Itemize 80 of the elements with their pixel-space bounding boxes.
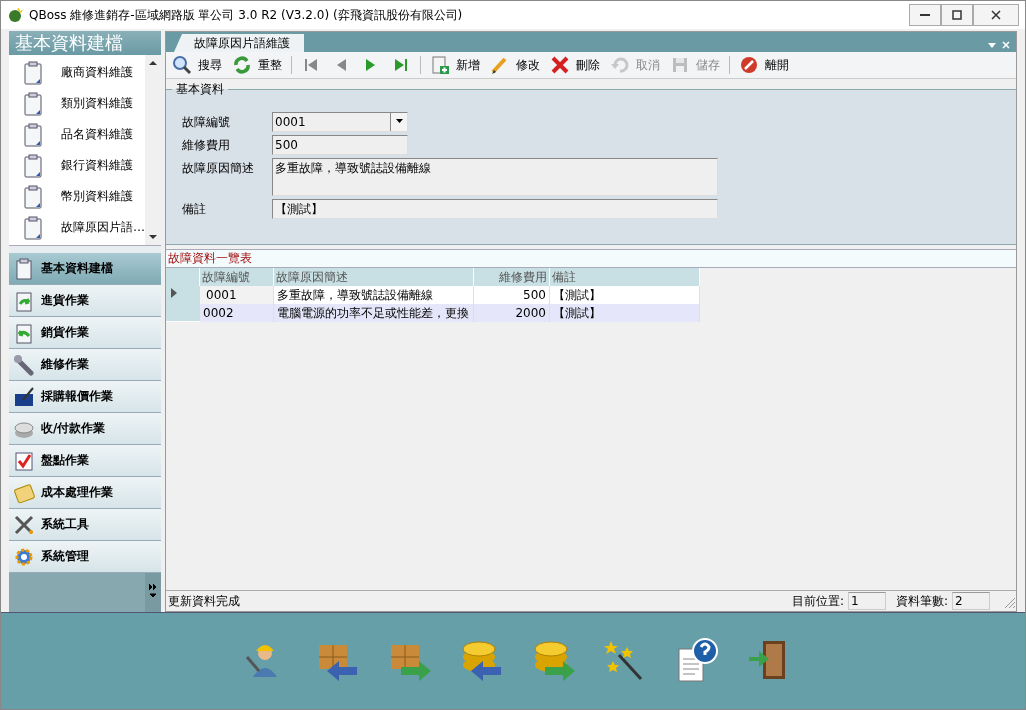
toolbar-button[interactable]: 重整 xyxy=(228,53,286,77)
sidebar-header: 基本資料建檔 xyxy=(9,31,161,55)
dropdown-icon[interactable] xyxy=(988,41,996,49)
input-field[interactable]: 【測試】 xyxy=(272,199,718,219)
minimize-button[interactable] xyxy=(909,4,941,26)
clipboard-icon xyxy=(23,122,43,147)
undo-icon xyxy=(610,55,630,75)
nav-button[interactable]: 採購報價作業 xyxy=(9,381,161,413)
nav-button[interactable]: 基本資料建檔 xyxy=(9,253,161,285)
corner-header xyxy=(166,268,200,286)
nav-button[interactable]: 進貨作業 xyxy=(9,285,161,317)
app-logo-icon xyxy=(7,7,23,23)
splitter-handle[interactable] xyxy=(9,245,161,253)
status-message: 更新資料完成 xyxy=(168,592,241,610)
nav-button[interactable]: 維修作業 xyxy=(9,349,161,381)
table-cell: 電腦電源的功率不足或性能差，更換 xyxy=(274,304,474,322)
checklist-icon xyxy=(13,449,35,472)
clipboard-icon xyxy=(23,184,43,209)
sidebar-item[interactable]: 廠商資料維護 xyxy=(61,64,133,81)
toolbar-button[interactable]: 修改 xyxy=(486,53,544,77)
field-label: 維修費用 xyxy=(182,137,231,154)
status-value: 2 xyxy=(952,592,990,610)
group-title: 基本資料 xyxy=(175,81,225,98)
new-document-icon xyxy=(430,55,450,75)
toolbar-button[interactable]: 新增 xyxy=(426,53,484,77)
nav-button[interactable]: 系統工具 xyxy=(9,509,161,541)
status-label: 目前位置: xyxy=(791,592,844,610)
no-entry-icon xyxy=(739,55,759,75)
column-header[interactable]: 故障編號 xyxy=(200,268,274,286)
field-label: 故障編號 xyxy=(182,114,231,131)
table-cell: 0002 xyxy=(200,304,274,322)
column-header[interactable]: 備註 xyxy=(550,268,700,286)
grid-title: 故障資料一覽表 xyxy=(166,249,1016,268)
toolbar-button[interactable]: 離開 xyxy=(735,53,793,77)
table-cell: 【測試】 xyxy=(550,304,700,322)
clipboard-icon xyxy=(23,91,43,116)
dropdown-arrow-icon[interactable] xyxy=(394,116,404,125)
save-icon xyxy=(670,55,690,75)
scrollbar[interactable] xyxy=(145,55,161,245)
nav-button[interactable]: 系統管理 xyxy=(9,541,161,573)
field-label: 故障原因簡述 xyxy=(182,160,255,177)
maximize-button[interactable] xyxy=(941,4,973,26)
sidebar-item[interactable]: 類別資料維護 xyxy=(61,95,133,112)
text-area[interactable]: 多重故障，導致號誌設備離線 xyxy=(272,158,718,196)
clipboard-icon xyxy=(23,215,43,240)
column-header[interactable]: 故障原因簡述 xyxy=(274,268,474,286)
input-field[interactable]: 500 xyxy=(272,135,408,155)
toolbar-button[interactable]: 刪除 xyxy=(546,53,604,77)
nav-button[interactable]: 收/付款作業 xyxy=(9,413,161,445)
sidebar-item[interactable]: 銀行資料維護 xyxy=(61,157,133,174)
search-icon xyxy=(172,55,192,75)
clipboard-icon xyxy=(13,257,35,280)
nav-button[interactable]: 盤點作業 xyxy=(9,445,161,477)
delete-icon xyxy=(550,55,570,75)
clipboard-icon xyxy=(23,153,43,178)
sidebar-item[interactable]: 故障原因片語… xyxy=(61,219,145,236)
column-header[interactable]: 維修費用 xyxy=(474,268,550,286)
tablet-pen-icon xyxy=(13,385,35,408)
close-icon xyxy=(991,10,1001,20)
expand-chevron-icon[interactable] xyxy=(148,583,158,599)
tab[interactable]: 故障原因片語維護 xyxy=(174,34,304,52)
status-value: 1 xyxy=(847,592,886,610)
minimize-icon xyxy=(920,14,930,16)
toolbar-button[interactable]: 搜尋 xyxy=(168,53,226,77)
field-label: 備註 xyxy=(182,201,207,218)
current-row-icon xyxy=(171,288,177,298)
nav-button[interactable]: 成本處理作業 xyxy=(9,477,161,509)
dropdown-field[interactable]: 0001 xyxy=(272,112,408,132)
refresh-icon xyxy=(232,55,252,75)
clipboard-icon xyxy=(23,60,43,85)
close-button[interactable] xyxy=(973,4,1019,26)
status-label: 資料筆數: xyxy=(895,592,948,610)
sidebar-item[interactable]: 品名資料維護 xyxy=(61,126,133,143)
close-icon[interactable] xyxy=(1002,41,1010,49)
tools-icon xyxy=(13,513,35,536)
sidebar-item[interactable]: 幣別資料維護 xyxy=(61,188,133,205)
table-cell: 2000 xyxy=(474,304,550,322)
nav-button[interactable]: 銷貨作業 xyxy=(9,317,161,349)
window-title: QBoss 維修進銷存-區域網路版 單公司 3.0 R2 (V3.2.0) (弈飛資訊股份有限公司) xyxy=(29,6,464,24)
maximize-icon xyxy=(952,10,962,20)
